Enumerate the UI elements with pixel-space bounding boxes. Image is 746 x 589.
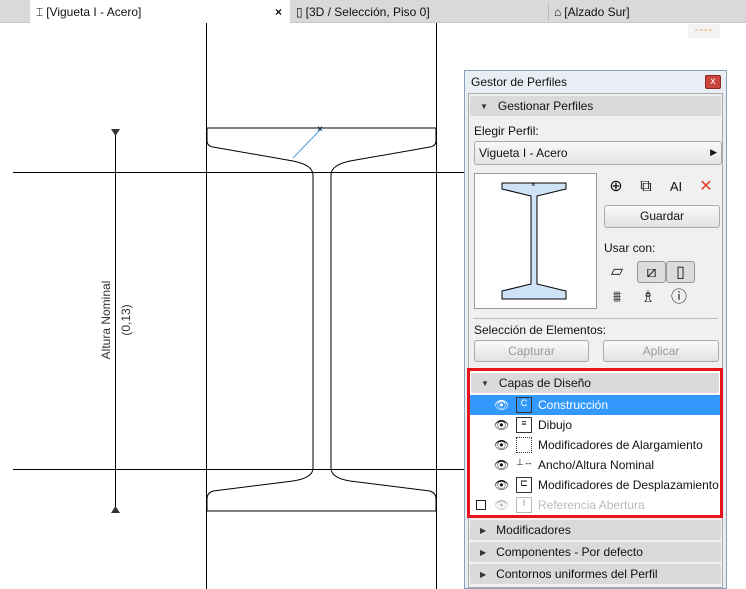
delete-profile-icon[interactable]: ✕	[695, 176, 717, 198]
layer-referencia-abertura[interactable]: 👁 ‖ Referencia Abertura	[470, 495, 720, 515]
tab-vigueta[interactable]: ⌶ [Vigueta I - Acero] ×	[30, 0, 290, 24]
nominal-size-icon: ⊥↔	[516, 457, 533, 467]
save-button[interactable]: Guardar	[604, 205, 720, 228]
eye-icon[interactable]: 👁	[494, 418, 509, 432]
drawing-layer-icon: ≡	[516, 417, 532, 433]
choose-profile-label: Elegir Perfil:	[474, 124, 539, 138]
design-layers-section: ▼ Capas de Diseño 👁 C Construcción 👁 ≡ Dibujo…	[467, 368, 723, 518]
beam-icon[interactable]: ⧄	[637, 261, 666, 283]
eye-icon[interactable]: 👁	[494, 498, 509, 512]
house-icon: ⌂	[554, 4, 562, 19]
offset-modifier-icon: ⊏	[516, 477, 532, 493]
3d-box-icon: ▯	[296, 4, 303, 19]
eye-icon[interactable]: 👁	[494, 478, 509, 492]
profile-manager-panel: Gestor de Perfiles x ▼ Gestionar Perfiles…	[464, 70, 727, 589]
eye-icon[interactable]: 👁	[494, 458, 509, 472]
railing-icon[interactable]: ⩩	[606, 287, 628, 309]
caret-right-icon: ▶	[480, 547, 487, 557]
panel-title: Gestor de Perfiles	[471, 75, 568, 89]
svg-text:×: ×	[531, 180, 536, 189]
section-modificadores[interactable]: ▶ Modificadores	[470, 520, 721, 540]
close-panel-button[interactable]: x	[705, 75, 721, 89]
use-with-label: Usar con:	[604, 241, 656, 255]
layer-dibujo[interactable]: 👁 ≡ Dibujo	[470, 415, 720, 435]
new-profile-icon[interactable]: ⊕	[605, 176, 627, 198]
section-gestionar-perfiles[interactable]: ▼ Gestionar Perfiles	[470, 96, 721, 116]
object-icon[interactable]: ♗	[637, 287, 659, 309]
dimension-label: Altura Nominal	[99, 281, 113, 360]
eye-icon[interactable]: 👁	[494, 438, 509, 452]
caret-down-icon: ▼	[481, 378, 489, 388]
column-icon[interactable]: ▯	[666, 261, 695, 283]
opening-reference-icon: ‖	[516, 497, 532, 513]
tab-alzado[interactable]: ⌂ [Alzado Sur]	[548, 0, 746, 23]
stretch-modifier-icon	[516, 437, 532, 453]
close-tab-button[interactable]: ×	[275, 5, 282, 19]
section-capas-de-diseno[interactable]: ▼ Capas de Diseño	[471, 373, 719, 393]
i-beam-icon: ⌶	[36, 4, 44, 19]
anchor-mark: ×	[317, 124, 323, 135]
layer-ancho-altura[interactable]: 👁 ⊥↔ Ancho/Altura Nominal	[470, 455, 720, 475]
wall-icon[interactable]: ▱	[606, 261, 628, 283]
profile-dropdown[interactable]: Vigueta I - Acero ▶	[474, 141, 722, 165]
caret-down-icon: ▼	[480, 101, 488, 111]
layer-checkbox[interactable]	[476, 500, 486, 510]
section-componentes[interactable]: ▶ Componentes - Por defecto	[470, 542, 721, 562]
layer-alargamiento[interactable]: 👁 Modificadores de Alargamiento	[470, 435, 720, 455]
i-beam-shape	[206, 127, 437, 512]
layer-desplazamiento[interactable]: 👁 ⊏ Modificadores de Desplazamiento	[470, 475, 720, 495]
apply-button[interactable]: Aplicar	[603, 340, 719, 362]
capture-button[interactable]: Capturar	[474, 340, 589, 362]
chevron-right-icon: ▶	[710, 147, 717, 157]
caret-right-icon: ▶	[480, 569, 487, 579]
selection-label: Selección de Elementos:	[474, 323, 607, 337]
caret-right-icon: ▶	[480, 525, 487, 535]
dimension-value: (0,13)	[119, 304, 133, 335]
tab-bar: ⌶ [Vigueta I - Acero] × ▯ [3D / Selecció…	[0, 0, 746, 24]
construction-layer-icon: C	[516, 397, 532, 413]
duplicate-profile-icon[interactable]: ⧉	[635, 176, 657, 198]
eye-icon[interactable]: 👁	[494, 398, 509, 412]
profile-preview: ×	[474, 173, 597, 309]
layer-construccion[interactable]: 👁 C Construcción	[470, 395, 720, 415]
info-icon[interactable]: ⓘ	[668, 287, 690, 309]
section-contornos[interactable]: ▶ Contornos uniformes del Perfil	[470, 564, 721, 584]
rename-profile-icon[interactable]: AI	[665, 176, 687, 198]
tab-3d[interactable]: ▯ [3D / Selección, Piso 0]	[290, 0, 548, 23]
